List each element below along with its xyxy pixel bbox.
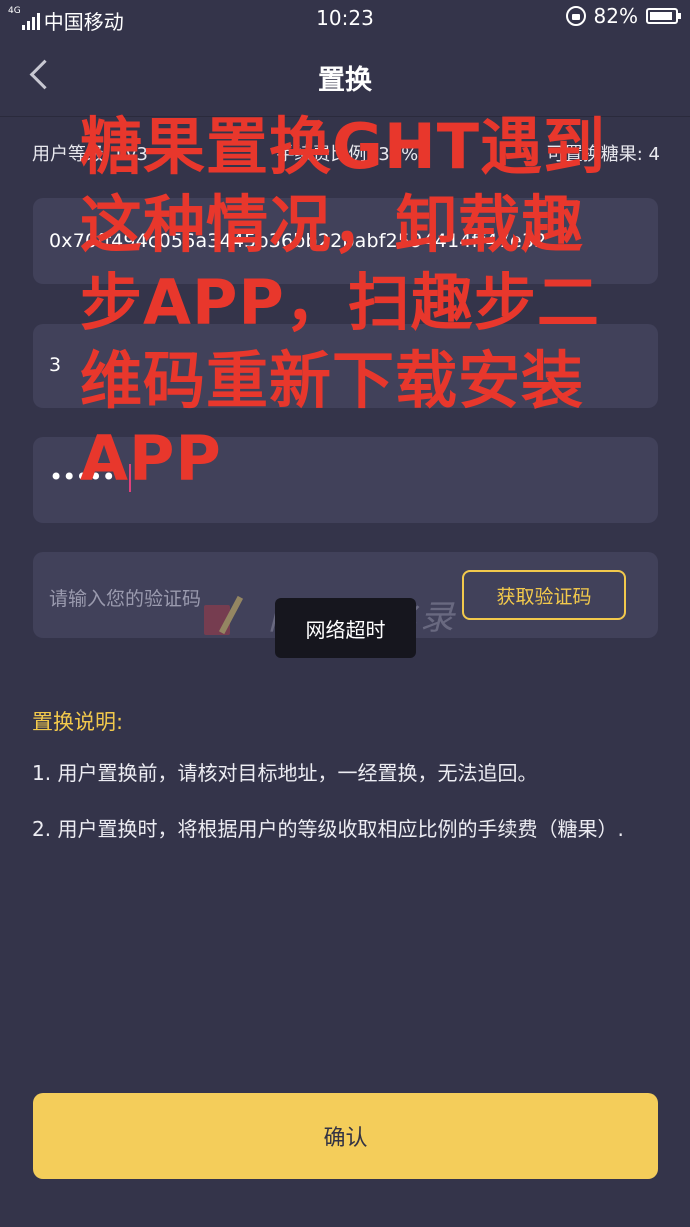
toast-message: 网络超时 — [275, 598, 416, 658]
nav-bar: 置换 — [0, 40, 690, 117]
annotation-overlay-text: 糖果置换GHT遇到这种情况，卸载趣步APP，扫趣步二维码重新下载安装APP — [80, 110, 607, 495]
battery-icon — [646, 8, 681, 24]
page-title: 置换 — [318, 65, 372, 96]
battery-percent: 82% — [593, 4, 638, 28]
description-item-1: 1. 用户置换前，请核对目标地址，一经置换，无法追回。 — [32, 761, 538, 785]
get-code-button[interactable]: 获取验证码 — [462, 570, 626, 620]
status-right: 82% — [565, 4, 681, 28]
status-bar: 4G 中国移动 10:23 82% — [0, 0, 690, 36]
description-item-2: 2. 用户置换时，将根据用户的等级收取相应比例的手续费（糖果）. — [32, 817, 624, 841]
confirm-button[interactable]: 确认 — [33, 1093, 658, 1179]
book-pen-icon — [200, 593, 246, 637]
code-placeholder: 请输入您的验证码 — [49, 588, 202, 610]
amount-value: 3 — [49, 354, 62, 376]
description-title: 置换说明: — [32, 710, 124, 734]
rotation-lock-icon — [565, 6, 586, 26]
